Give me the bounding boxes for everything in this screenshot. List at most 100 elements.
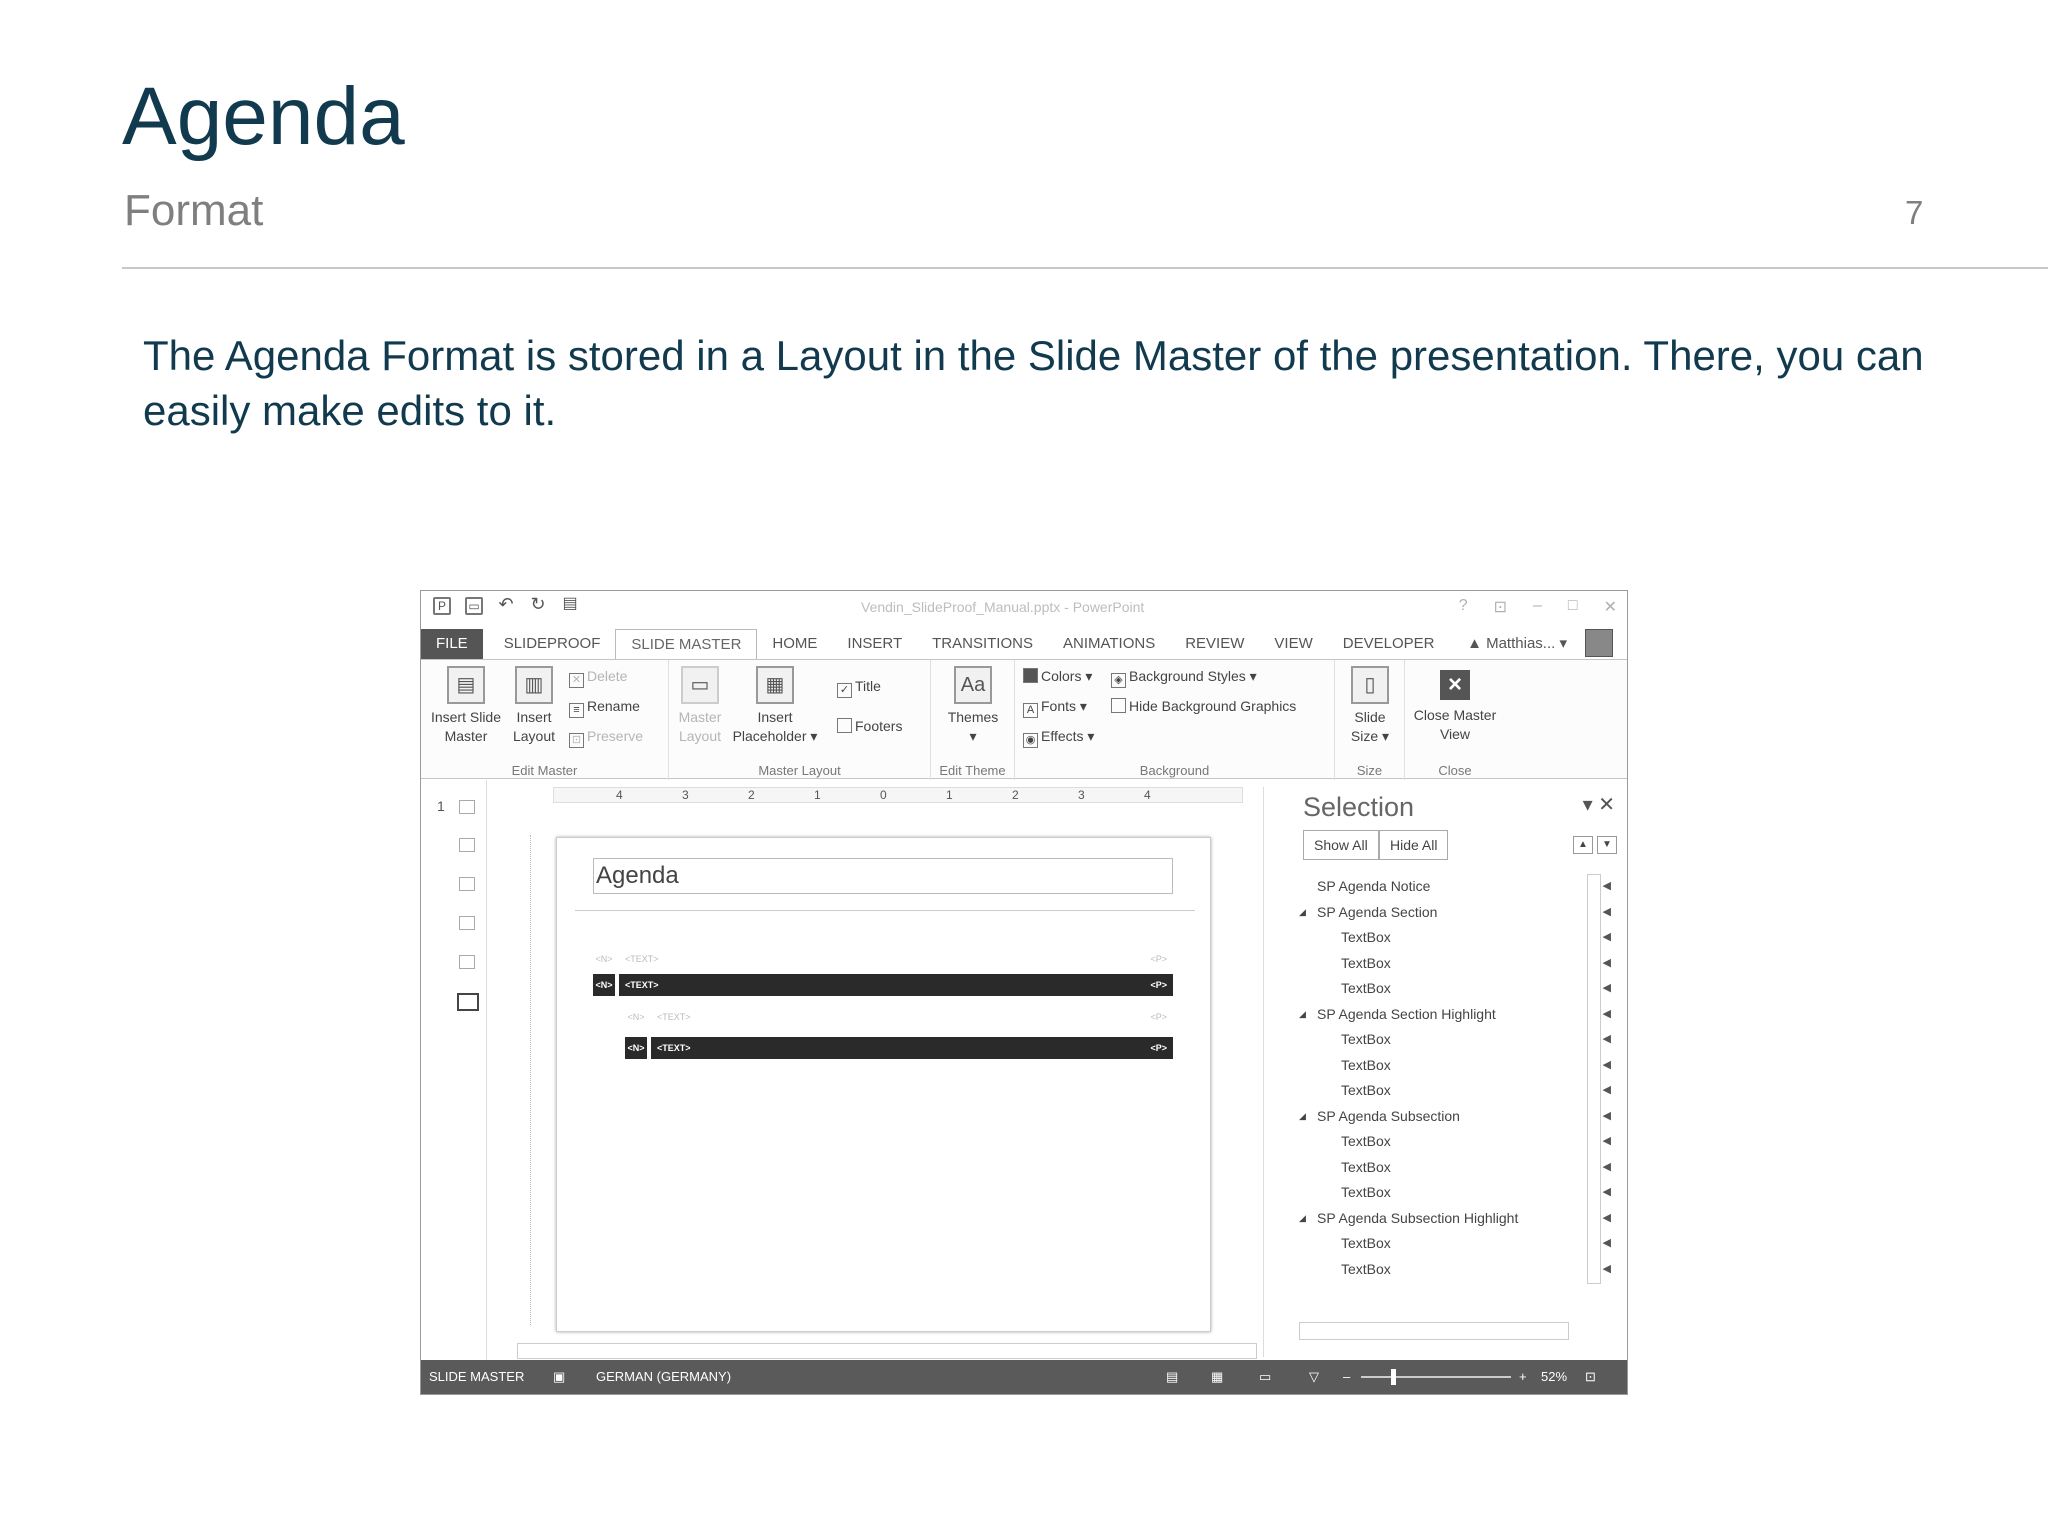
visibility-toggle-icon[interactable]: ◀ bbox=[1603, 1002, 1611, 1028]
slideshow-icon[interactable]: ▤ bbox=[561, 596, 579, 615]
expand-collapse-icon[interactable]: ◢ bbox=[1299, 900, 1306, 926]
title-checkbox[interactable]: ✓ Title bbox=[837, 678, 881, 698]
selection-item[interactable]: TextBox ◀ bbox=[1299, 1180, 1611, 1206]
selection-item[interactable]: ◢ SP Agenda Subsection ◀ bbox=[1299, 1104, 1611, 1130]
visibility-toggle-icon[interactable]: ◀ bbox=[1603, 1078, 1611, 1104]
themes-button[interactable]: Aa Themes ▾ bbox=[941, 666, 1005, 746]
colors-button[interactable]: Colors ▾ bbox=[1023, 668, 1092, 685]
visibility-toggle-icon[interactable]: ◀ bbox=[1603, 900, 1611, 926]
send-backward-icon[interactable]: ▼ bbox=[1597, 836, 1617, 854]
master-thumbnail[interactable] bbox=[459, 800, 475, 814]
bring-forward-icon[interactable]: ▲ bbox=[1573, 836, 1593, 854]
selection-item[interactable]: ◢ SP Agenda Section Highlight ◀ bbox=[1299, 1002, 1611, 1028]
tab-insert[interactable]: INSERT bbox=[832, 629, 917, 659]
agenda-subsection-highlight-row[interactable]: <TEXT> <P> bbox=[651, 1037, 1173, 1059]
agenda-subsection-highlight-number[interactable]: <N> bbox=[625, 1037, 647, 1059]
selection-item[interactable]: TextBox ◀ bbox=[1299, 1257, 1611, 1283]
rename-button[interactable]: ≡ Rename bbox=[569, 698, 640, 718]
agenda-section-highlight-row[interactable]: <TEXT> <P> bbox=[619, 974, 1173, 996]
slide-size-button[interactable]: ▯ Slide Size ▾ bbox=[1341, 666, 1399, 746]
hide-all-button[interactable]: Hide All bbox=[1379, 830, 1449, 860]
visibility-toggle-icon[interactable]: ◀ bbox=[1603, 1053, 1611, 1079]
selection-item[interactable]: TextBox ◀ bbox=[1299, 976, 1611, 1002]
visibility-toggle-icon[interactable]: ◀ bbox=[1603, 1104, 1611, 1130]
visibility-toggle-icon[interactable]: ◀ bbox=[1603, 951, 1611, 977]
zoom-level[interactable]: 52% bbox=[1541, 1360, 1567, 1394]
help-icon[interactable]: ? bbox=[1459, 597, 1468, 617]
selection-item[interactable]: TextBox ◀ bbox=[1299, 1129, 1611, 1155]
agenda-section-highlight-number[interactable]: <N> bbox=[593, 974, 615, 996]
agenda-subsection-row[interactable]: <TEXT> <P> bbox=[651, 1006, 1173, 1028]
tab-home[interactable]: HOME bbox=[757, 629, 832, 659]
save-icon[interactable]: ▭ bbox=[465, 597, 483, 615]
selected-layout-thumbnail[interactable] bbox=[457, 993, 479, 1011]
selection-item[interactable]: TextBox ◀ bbox=[1299, 1078, 1611, 1104]
selection-item[interactable]: TextBox ◀ bbox=[1299, 1053, 1611, 1079]
layout-thumbnail[interactable] bbox=[459, 838, 475, 852]
selection-pane-close-icon[interactable]: ▾ ✕ bbox=[1583, 792, 1615, 817]
insert-slide-master-button[interactable]: ▤ Insert Slide Master bbox=[427, 666, 505, 746]
agenda-section-number[interactable]: <N> bbox=[593, 948, 615, 970]
selection-item[interactable]: TextBox ◀ bbox=[1299, 1231, 1611, 1257]
layout-thumbnail[interactable] bbox=[459, 955, 475, 969]
agenda-section-row[interactable]: <TEXT> <P> bbox=[619, 948, 1173, 970]
visibility-toggle-icon[interactable]: ◀ bbox=[1603, 1129, 1611, 1155]
slide-canvas[interactable]: Agenda <N> <TEXT> <P> <N> <TEXT> <P> <N>… bbox=[556, 837, 1211, 1332]
zoom-slider[interactable] bbox=[1361, 1376, 1511, 1378]
effects-button[interactable]: ◉ Effects ▾ bbox=[1023, 728, 1094, 748]
canvas-horizontal-scrollbar[interactable] bbox=[517, 1343, 1257, 1359]
fonts-button[interactable]: A Fonts ▾ bbox=[1023, 698, 1087, 718]
minimize-icon[interactable]: – bbox=[1533, 597, 1542, 617]
tab-developer[interactable]: DEVELOPER bbox=[1328, 629, 1450, 659]
tab-review[interactable]: REVIEW bbox=[1170, 629, 1259, 659]
reading-view-icon[interactable]: ▭ bbox=[1259, 1360, 1271, 1394]
canvas-vertical-scrollbar[interactable] bbox=[1263, 787, 1279, 1357]
visibility-toggle-icon[interactable]: ◀ bbox=[1603, 925, 1611, 951]
visibility-toggle-icon[interactable]: ◀ bbox=[1603, 976, 1611, 1002]
delete-button[interactable]: ✕ Delete bbox=[569, 668, 627, 688]
tab-file[interactable]: FILE bbox=[421, 629, 483, 659]
selection-item[interactable]: TextBox ◀ bbox=[1299, 1155, 1611, 1181]
layout-thumbnail[interactable] bbox=[459, 877, 475, 891]
footers-checkbox[interactable]: Footers bbox=[837, 718, 902, 734]
expand-collapse-icon[interactable]: ◢ bbox=[1299, 1002, 1306, 1028]
tab-animations[interactable]: ANIMATIONS bbox=[1048, 629, 1170, 659]
visibility-toggle-icon[interactable]: ◀ bbox=[1603, 1155, 1611, 1181]
visibility-toggle-icon[interactable]: ◀ bbox=[1603, 874, 1611, 900]
avatar[interactable] bbox=[1585, 629, 1613, 657]
user-account[interactable]: ▲ Matthias... ▾ bbox=[1452, 629, 1582, 659]
spellcheck-icon[interactable]: ▣ bbox=[553, 1360, 565, 1394]
insert-placeholder-button[interactable]: ▦ Insert Placeholder ▾ bbox=[727, 666, 823, 746]
selection-item[interactable]: TextBox ◀ bbox=[1299, 951, 1611, 977]
tab-slide-master[interactable]: SLIDE MASTER bbox=[615, 629, 758, 659]
fit-to-window-icon[interactable]: ⊡ bbox=[1585, 1360, 1596, 1394]
visibility-toggle-icon[interactable]: ◀ bbox=[1603, 1206, 1611, 1232]
visibility-toggle-icon[interactable]: ◀ bbox=[1603, 1257, 1611, 1283]
selection-horizontal-scrollbar[interactable] bbox=[1299, 1322, 1569, 1340]
ribbon-display-icon[interactable]: ⊡ bbox=[1494, 597, 1507, 617]
tab-view[interactable]: VIEW bbox=[1259, 629, 1327, 659]
show-all-button[interactable]: Show All bbox=[1303, 830, 1379, 860]
background-styles-button[interactable]: ◈ Background Styles ▾ bbox=[1111, 668, 1257, 688]
visibility-toggle-icon[interactable]: ◀ bbox=[1603, 1027, 1611, 1053]
slide-sorter-icon[interactable]: ▦ bbox=[1211, 1360, 1223, 1394]
selection-vertical-scrollbar[interactable] bbox=[1587, 874, 1601, 1284]
expand-collapse-icon[interactable]: ◢ bbox=[1299, 1104, 1306, 1130]
tab-transitions[interactable]: TRANSITIONS bbox=[917, 629, 1048, 659]
visibility-toggle-icon[interactable]: ◀ bbox=[1603, 1231, 1611, 1257]
undo-icon[interactable]: ↶ bbox=[497, 595, 515, 615]
zoom-slider-thumb[interactable] bbox=[1391, 1369, 1396, 1385]
preserve-button[interactable]: ⊡ Preserve bbox=[569, 728, 643, 748]
visibility-toggle-icon[interactable]: ◀ bbox=[1603, 1180, 1611, 1206]
tab-slideproof[interactable]: SLIDEPROOF bbox=[489, 629, 616, 659]
close-window-icon[interactable]: ✕ bbox=[1604, 597, 1617, 617]
layout-title-placeholder[interactable]: Agenda bbox=[593, 858, 1173, 894]
slideshow-view-icon[interactable]: ▽ bbox=[1309, 1360, 1319, 1394]
maximize-icon[interactable]: □ bbox=[1568, 597, 1578, 617]
zoom-out-icon[interactable]: – bbox=[1343, 1360, 1350, 1394]
close-master-view-button[interactable]: × Close Master View bbox=[1411, 670, 1499, 744]
status-language[interactable]: GERMAN (GERMANY) bbox=[596, 1360, 731, 1394]
selection-item[interactable]: ◢ SP Agenda Subsection Highlight ◀ bbox=[1299, 1206, 1611, 1232]
selection-item[interactable]: TextBox ◀ bbox=[1299, 925, 1611, 951]
expand-collapse-icon[interactable]: ◢ bbox=[1299, 1206, 1306, 1232]
